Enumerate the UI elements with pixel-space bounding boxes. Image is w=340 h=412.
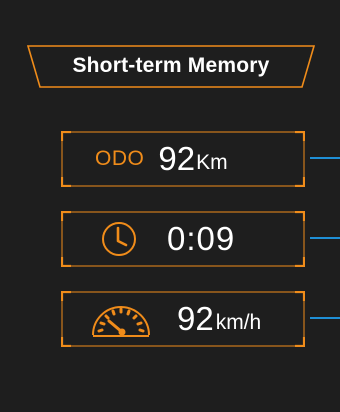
odometer-connector-line xyxy=(310,157,340,159)
page-title: Short-term Memory xyxy=(72,54,270,77)
speed-value: 92 xyxy=(177,300,214,337)
odometer-panel: ODO 92 Km xyxy=(61,131,305,187)
odometer-value: 92 xyxy=(158,140,196,177)
odometer-label: ODO xyxy=(95,147,145,170)
speed-panel: 92 km/h xyxy=(61,291,305,347)
speedometer-icon xyxy=(92,306,150,337)
trip-time-panel: 0:09 xyxy=(61,211,305,267)
odometer-unit: Km xyxy=(196,151,228,174)
trip-time-connector-line xyxy=(310,237,340,239)
speed-unit: km/h xyxy=(215,311,262,334)
speed-connector-line xyxy=(310,317,340,319)
title-banner: Short-term Memory xyxy=(26,43,316,89)
clock-icon xyxy=(102,222,136,256)
trip-time-value: 0:09 xyxy=(167,220,236,257)
